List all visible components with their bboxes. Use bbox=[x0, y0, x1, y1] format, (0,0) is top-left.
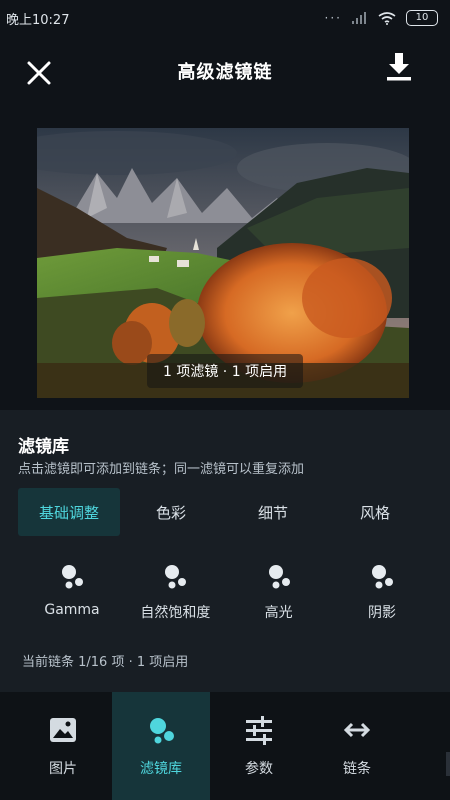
library-title: 滤镜库 bbox=[18, 437, 69, 457]
filter-highlights[interactable]: 高光 bbox=[229, 560, 329, 622]
status-time: 晚上10:27 bbox=[6, 12, 70, 28]
tab-detail[interactable]: 细节 bbox=[222, 488, 324, 536]
signal-dots: ··· bbox=[324, 11, 342, 25]
filter-count-chip: 1 项滤镜 · 1 项启用 bbox=[147, 354, 304, 388]
tab-style[interactable]: 风格 bbox=[324, 488, 426, 536]
filter-label: Gamma bbox=[44, 602, 100, 618]
top-bar: 高级滤镜链 bbox=[0, 36, 450, 106]
image-icon bbox=[50, 718, 76, 742]
status-icons: ··· 10 bbox=[325, 10, 438, 26]
sliders-icon bbox=[246, 716, 272, 745]
nav-label: 滤镜库 bbox=[140, 761, 182, 777]
filter-dots-icon bbox=[62, 565, 83, 589]
signal-icon bbox=[352, 12, 366, 24]
wifi-icon bbox=[378, 11, 396, 25]
filter-dots-icon bbox=[165, 565, 187, 589]
tab-basic-adjust[interactable]: 基础调整 bbox=[18, 488, 120, 536]
swap-arrows-icon bbox=[343, 722, 371, 738]
filter-shadows[interactable]: 阴影 bbox=[332, 560, 432, 622]
nav-label: 链条 bbox=[343, 761, 371, 777]
download-icon[interactable] bbox=[386, 53, 412, 81]
nav-image[interactable]: 图片 bbox=[14, 692, 112, 800]
preview-image: 1 项滤镜 · 1 项启用 bbox=[37, 128, 409, 398]
bottom-nav: 图片 滤镜库 参数 链条 bbox=[0, 692, 450, 800]
library-subtitle: 点击滤镜即可添加到链条；同一滤镜可以重复添加 bbox=[18, 462, 305, 477]
tab-color[interactable]: 色彩 bbox=[120, 488, 222, 536]
close-icon[interactable] bbox=[24, 58, 54, 88]
nav-chain[interactable]: 链条 bbox=[308, 692, 406, 800]
nav-label: 参数 bbox=[245, 761, 273, 777]
battery-indicator: 10 bbox=[406, 10, 438, 26]
filter-label: 高光 bbox=[264, 605, 293, 621]
filter-library-icon bbox=[150, 718, 174, 744]
category-tabs: 基础调整 色彩 细节 风格 bbox=[18, 488, 438, 536]
filter-dots-icon bbox=[268, 565, 290, 589]
filter-gamma[interactable]: Gamma bbox=[22, 560, 122, 622]
filter-library-panel: 滤镜库 点击滤镜即可添加到链条；同一滤镜可以重复添加 基础调整 色彩 细节 风格… bbox=[0, 410, 450, 692]
page-title: 高级滤镜链 bbox=[177, 62, 273, 83]
filter-label: 阴影 bbox=[367, 605, 396, 621]
status-bar: 晚上10:27 ··· 10 bbox=[0, 0, 450, 36]
edge-handle bbox=[446, 752, 450, 776]
filter-label: 自然饱和度 bbox=[140, 605, 211, 621]
nav-filter-library[interactable]: 滤镜库 bbox=[112, 692, 210, 800]
nav-label: 图片 bbox=[49, 761, 77, 777]
nav-params[interactable]: 参数 bbox=[210, 692, 308, 800]
filter-dots-icon bbox=[371, 565, 393, 589]
chain-status: 当前链条 1/16 项 · 1 项启用 bbox=[22, 655, 189, 670]
filter-grid: Gamma 自然饱和度 高光 阴影 bbox=[22, 560, 432, 622]
filter-vibrance[interactable]: 自然饱和度 bbox=[125, 560, 225, 622]
